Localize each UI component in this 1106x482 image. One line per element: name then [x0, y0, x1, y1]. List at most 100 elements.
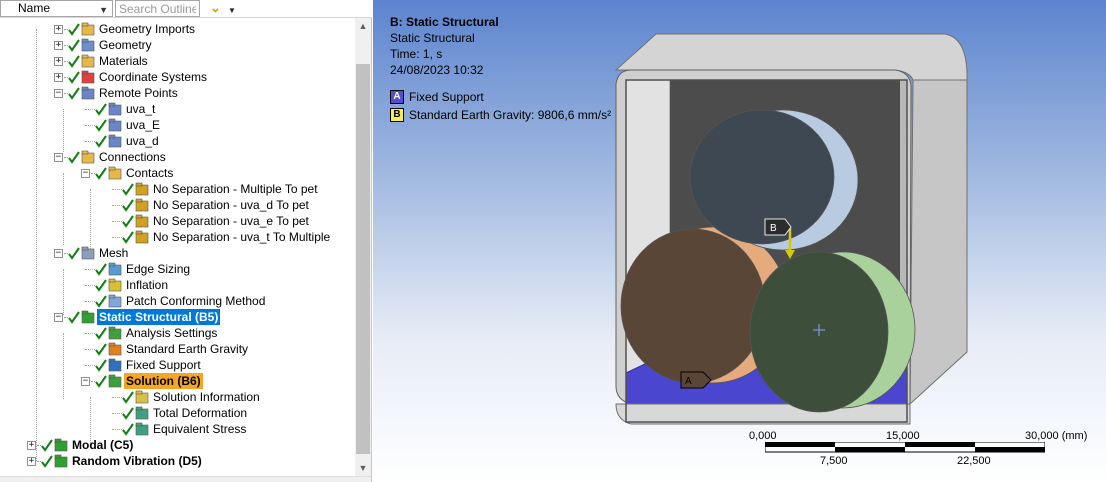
tree-item-label: Solution (B6): [124, 373, 203, 389]
graphics-viewport[interactable]: B A B: Static Structural Static Structur…: [373, 0, 1106, 482]
tree-item[interactable]: + Materials: [0, 53, 355, 69]
tree-connector: [112, 413, 122, 414]
tree-connector: [112, 397, 122, 398]
expand-icon[interactable]: +: [54, 41, 63, 50]
collapse-icon[interactable]: −: [54, 249, 63, 258]
tree-item[interactable]: + Geometry: [0, 37, 355, 53]
horizontal-scrollbar[interactable]: [0, 476, 371, 482]
expand-icon[interactable]: +: [54, 73, 63, 82]
status-check-icon: [95, 343, 107, 356]
tree-item[interactable]: Edge Sizing: [0, 261, 355, 277]
scale-bar: 0,000 15,000 30,000 (mm) 7,500 22,500: [745, 428, 1105, 468]
legend-key-a: A: [390, 90, 404, 104]
expand-filter-button[interactable]: ⌄ ▼: [206, 0, 236, 17]
tree-item[interactable]: − Mesh: [0, 245, 355, 261]
tree-item-label: Modal (C5): [72, 438, 134, 452]
box-right-face: [909, 79, 968, 406]
tree-item[interactable]: Solution Information: [0, 389, 355, 405]
tree-item-label: Patch Conforming Method: [126, 294, 266, 308]
tree-item[interactable]: − Contacts: [0, 165, 355, 181]
tree-item[interactable]: − Connections: [0, 149, 355, 165]
collapse-icon[interactable]: −: [54, 153, 63, 162]
tree-connector: [112, 221, 122, 222]
collapse-icon[interactable]: −: [81, 169, 90, 178]
status-check-icon: [122, 423, 134, 436]
tree-item[interactable]: uva_t: [0, 101, 355, 117]
tree-connector: [85, 125, 95, 126]
legend-item-fixed-support: A Fixed Support: [390, 89, 611, 107]
tree-item[interactable]: − Static Structural (B5): [0, 309, 355, 325]
analysis-title: B: Static Structural: [390, 15, 499, 29]
tree-item[interactable]: Inflation: [0, 277, 355, 293]
tree-item[interactable]: + Coordinate Systems: [0, 69, 355, 85]
status-check-icon: [95, 375, 107, 388]
solution-information-icon: [135, 390, 149, 404]
tree-guide-line: [90, 397, 91, 443]
expand-icon[interactable]: +: [54, 57, 63, 66]
collapse-icon[interactable]: −: [54, 313, 63, 322]
scale-label-15: 15,000: [886, 430, 920, 442]
tree-item-label: Materials: [99, 54, 148, 68]
name-filter-select[interactable]: Name ▼: [0, 0, 113, 17]
chevron-down-icon: ⌄: [210, 0, 221, 15]
tree-item[interactable]: No Separation - uva_t To Multiple: [0, 229, 355, 245]
gravity-icon: [108, 342, 122, 356]
status-check-icon: [122, 215, 134, 228]
tag-b-label: B: [770, 223, 777, 234]
expand-icon[interactable]: +: [27, 457, 36, 466]
tree-item[interactable]: Analysis Settings: [0, 325, 355, 341]
scrollbar-thumb[interactable]: [356, 64, 370, 454]
tree-item[interactable]: Patch Conforming Method: [0, 293, 355, 309]
materials-icon: [81, 54, 95, 68]
status-check-icon: [68, 23, 80, 36]
expand-icon[interactable]: +: [54, 25, 63, 34]
scroll-down-icon[interactable]: ▼: [355, 460, 371, 476]
coordinate-systems-icon: [81, 70, 95, 84]
scroll-up-icon[interactable]: ▲: [355, 18, 371, 34]
tree-item[interactable]: + Random Vibration (D5): [0, 453, 355, 469]
random-vibration-icon: [54, 454, 68, 468]
tree-item[interactable]: No Separation - uva_d To pet: [0, 197, 355, 213]
total-deformation-icon: [135, 406, 149, 420]
status-check-icon: [95, 279, 107, 292]
tree-item[interactable]: − Remote Points: [0, 85, 355, 101]
tree-item-label: uva_t: [126, 102, 156, 116]
tree-guide-line: [63, 269, 64, 315]
tree-connector: [112, 189, 122, 190]
tree-item[interactable]: uva_d: [0, 133, 355, 149]
tree-item-label: No Separation - uva_t To Multiple: [153, 230, 331, 244]
collapse-icon[interactable]: −: [81, 377, 90, 386]
tree-item[interactable]: Equivalent Stress: [0, 421, 355, 437]
tree-item[interactable]: uva_E: [0, 117, 355, 133]
tree-item[interactable]: No Separation - uva_e To pet: [0, 213, 355, 229]
tree-connector: [85, 269, 95, 270]
status-check-icon: [122, 391, 134, 404]
tree-item[interactable]: Standard Earth Gravity: [0, 341, 355, 357]
analysis-date: 24/08/2023 10:32: [390, 63, 484, 77]
status-check-icon: [41, 439, 53, 452]
tree-item[interactable]: Fixed Support: [0, 357, 355, 373]
geometry-imports-icon: [81, 22, 95, 36]
geometry-icon: [81, 38, 95, 52]
vertical-scrollbar[interactable]: ▲ ▼: [355, 18, 371, 476]
name-filter-label: Name: [18, 1, 51, 15]
collapse-icon[interactable]: −: [54, 89, 63, 98]
scale-label-22500: 22,500: [957, 455, 991, 467]
tree-connector: [85, 141, 95, 142]
status-check-icon: [68, 87, 80, 100]
tree-guide-line: [63, 333, 64, 399]
tree-item[interactable]: + Geometry Imports: [0, 21, 355, 37]
tree-connector: [85, 365, 95, 366]
tag-a-label: A: [685, 376, 692, 387]
tree-item[interactable]: Total Deformation: [0, 405, 355, 421]
scale-label-30: 30,000 (mm): [1025, 430, 1088, 442]
status-check-icon: [95, 359, 107, 372]
tree-connector: [112, 237, 122, 238]
tree-item[interactable]: − Solution (B6): [0, 373, 355, 389]
tree-item-label: Standard Earth Gravity: [126, 342, 249, 356]
tree-item[interactable]: No Separation - Multiple To pet: [0, 181, 355, 197]
tree-item-label: Static Structural (B5): [97, 309, 221, 325]
expand-icon[interactable]: +: [27, 441, 36, 450]
tree-item[interactable]: + Modal (C5): [0, 437, 355, 453]
search-outline-input[interactable]: [115, 0, 200, 17]
